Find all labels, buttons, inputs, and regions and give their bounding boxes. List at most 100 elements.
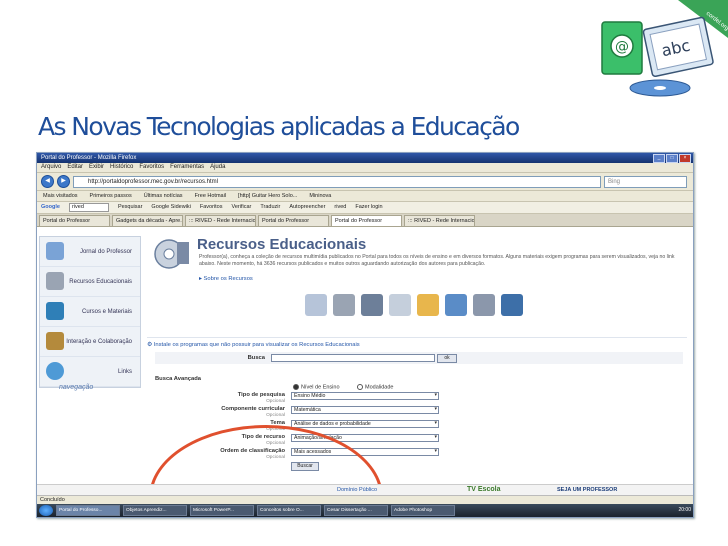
browser-tab[interactable]: ::: RIVED - Rede Internacion... — [185, 215, 256, 226]
sidebar-item-label: Jornal do Professor — [79, 248, 132, 255]
optional-note: Opcional — [266, 441, 285, 446]
tipo-pesquisa-select[interactable]: Ensino Médio — [291, 392, 439, 400]
sidebar-item-cursos[interactable]: Cursos e Materiais — [40, 297, 140, 327]
browser-tab[interactable]: Gadgets da década - Apre... — [112, 215, 183, 226]
google-toolbar-item[interactable]: rived — [334, 202, 346, 213]
sidebar-item-label: Links — [117, 368, 132, 375]
radio-label: Nível de Ensino — [301, 384, 340, 391]
window-title: Portal do Professor - Mozilla Firefox — [41, 155, 137, 161]
busca-input[interactable] — [271, 354, 435, 362]
radio-nivel-ensino[interactable]: Nível de Ensino — [293, 384, 340, 390]
bookmark-item[interactable]: Últimas notícias — [144, 191, 183, 201]
status-text: Concluído — [40, 497, 65, 503]
sidebar-item-interacao[interactable]: Interação e Colaboração — [40, 327, 140, 357]
maximize-button[interactable]: □ — [666, 154, 678, 163]
google-search-input[interactable]: rived — [68, 203, 109, 212]
recursos-panel: Recursos Educacionais Professor(a), conh… — [145, 234, 691, 492]
taskbar-item[interactable]: Portal do Professo... — [56, 505, 120, 516]
sidebar-item-links[interactable]: Links — [40, 357, 140, 387]
google-logo: Google — [41, 204, 60, 210]
education-logo: cordel.org @ abc — [601, 0, 728, 97]
document-icon[interactable] — [473, 294, 495, 316]
sidebar-item-jornal[interactable]: Jornal do Professor — [40, 237, 140, 267]
forward-icon[interactable]: ▶ — [57, 175, 70, 188]
animation-icon[interactable] — [389, 294, 411, 316]
menu-exibir[interactable]: Exibir — [89, 163, 104, 172]
google-toolbar-item[interactable]: Verificar — [231, 202, 251, 213]
search-placeholder: Bing — [608, 178, 621, 185]
sidebar-item-recursos[interactable]: Recursos Educacionais — [40, 267, 140, 297]
taskbar-item[interactable]: Microsoft PowerP... — [190, 505, 254, 516]
menu-ajuda[interactable]: Ajuda — [210, 163, 225, 172]
select-value: Mais acessados — [294, 449, 332, 455]
bookmark-item[interactable]: Mais visitados — [43, 191, 78, 201]
field-label: Ordem de classificação — [220, 448, 285, 454]
google-toolbar-item[interactable]: Traduzir — [260, 202, 280, 213]
menu-favoritos[interactable]: Favoritos — [139, 163, 164, 172]
optional-note: Opcional — [266, 413, 285, 418]
newspaper-icon — [46, 242, 64, 260]
browser-tab-active[interactable]: Portal do Professor — [331, 215, 402, 226]
google-toolbar-item[interactable]: Autopreencher — [289, 202, 325, 213]
browser-tab[interactable]: ::: RIVED - Rede Internacion... — [404, 215, 475, 226]
camera-icon[interactable] — [333, 294, 355, 316]
taskbar-item[interactable]: Cesar Dissertação ... — [324, 505, 388, 516]
sobre-link[interactable]: ▸ Sobre os Recursos — [199, 276, 253, 282]
experiment-icon[interactable] — [417, 294, 439, 316]
music-icon[interactable] — [305, 294, 327, 316]
menu-arquivo[interactable]: Arquivo — [41, 163, 61, 172]
ok-button-label: ok — [444, 355, 450, 361]
optional-note: Opcional — [266, 399, 285, 404]
taskbar-item[interactable]: Objetos Aprendiz... — [123, 505, 187, 516]
address-bar[interactable]: http://portaldoprofessor.mec.gov.br/recu… — [73, 175, 601, 188]
componente-curricular-select[interactable]: Matemática — [291, 406, 439, 414]
select-value: Análise de dados e probabilidade — [294, 421, 371, 427]
people-icon — [46, 332, 64, 350]
menu-bar: Arquivo Editar Exibir Histórico Favorito… — [37, 163, 693, 173]
tema-select[interactable]: Análise de dados e probabilidade — [291, 420, 439, 428]
taskbar-item[interactable]: Adobe Photoshop — [391, 505, 455, 516]
browser-tab[interactable]: Portal do Professor — [258, 215, 329, 226]
filmstrip-icon[interactable] — [361, 294, 383, 316]
busca-avancada-label: Busca Avançada — [155, 376, 201, 382]
film-icon — [46, 272, 64, 290]
radio-modalidade[interactable]: Modalidade — [357, 384, 393, 390]
bookmark-item[interactable]: Free Hotmail — [195, 191, 226, 201]
field-label: Tema — [270, 420, 285, 426]
seja-professor-link[interactable]: SEJA UM PROFESSOR — [557, 487, 617, 493]
start-button[interactable] — [39, 505, 53, 516]
buscar-button-label: Buscar — [297, 463, 313, 469]
bookmark-item[interactable]: Primeiros passos — [90, 191, 132, 201]
slide-title: As Novas Tecnologias aplicadas a Educaçã… — [38, 112, 520, 141]
ok-button[interactable]: ok — [437, 354, 457, 363]
buscar-button[interactable]: Buscar — [291, 462, 319, 471]
menu-historico[interactable]: Histórico — [110, 163, 133, 172]
minimize-button[interactable]: _ — [653, 154, 665, 163]
menu-editar[interactable]: Editar — [67, 163, 83, 172]
field-label: Tipo de recurso — [241, 434, 285, 440]
taskbar-item[interactable]: Conceitos sobre O... — [257, 505, 321, 516]
google-toolbar-item[interactable]: Google Sidewiki — [151, 202, 190, 213]
bookmark-item[interactable]: [http] Guitar Hero Solo... — [238, 191, 297, 201]
image-icon[interactable] — [445, 294, 467, 316]
tv-escola-logo[interactable]: TV Escola — [467, 486, 500, 493]
page-description: Professor(a), conheça a coleção de recur… — [199, 254, 675, 267]
navigation-bar: ◀ ▶ http://portaldoprofessor.mec.gov.br/… — [37, 173, 693, 191]
menu-ferramentas[interactable]: Ferramentas — [170, 163, 204, 172]
google-toolbar-item[interactable]: Favoritos — [200, 202, 223, 213]
url-text: http://portaldoprofessor.mec.gov.br/recu… — [88, 178, 218, 185]
close-button[interactable]: × — [679, 154, 691, 163]
dominio-publico-link[interactable]: Domínio Público — [337, 487, 377, 493]
google-toolbar-item[interactable]: Pesquisar — [118, 202, 142, 213]
software-icon[interactable] — [501, 294, 523, 316]
google-toolbar-item[interactable]: Fazer login — [355, 202, 382, 213]
tab-strip: Portal do Professor Gadgets da década - … — [37, 214, 693, 227]
back-icon[interactable]: ◀ — [41, 175, 54, 188]
ordem-classificacao-select[interactable]: Mais acessados — [291, 448, 439, 456]
search-box[interactable]: Bing — [604, 175, 687, 188]
tipo-recurso-select[interactable]: Animação/simulação — [291, 434, 439, 442]
install-link[interactable]: ⚙ Instale os programas que não possuir p… — [147, 337, 687, 348]
bookmark-item[interactable]: Mininova — [309, 191, 331, 201]
browser-tab[interactable]: Portal do Professor — [39, 215, 110, 226]
optional-note: Opcional — [266, 455, 285, 460]
